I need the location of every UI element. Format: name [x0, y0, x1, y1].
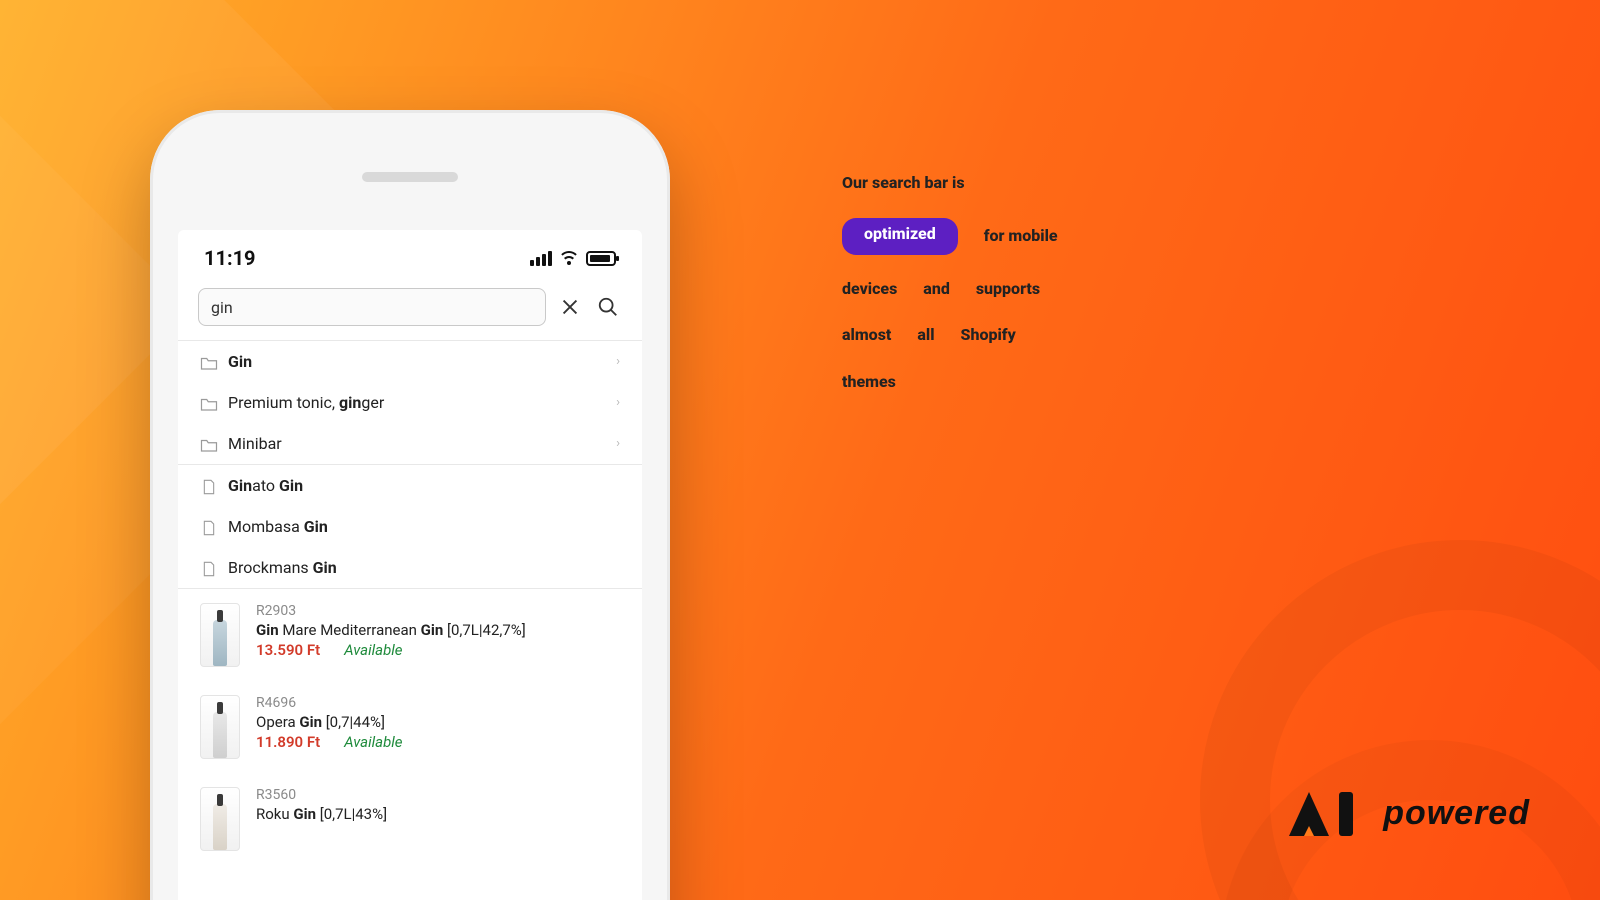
product-item[interactable]: R4696 Opera Gin [0,7|44%] 11.890 Ft Avai…	[178, 681, 642, 773]
hero-copy: Our search bar is optimized for mobile d…	[820, 160, 1440, 406]
hero-text: Shopify	[961, 323, 1016, 348]
hero-text: and	[923, 277, 950, 302]
category-item[interactable]: Gin ›	[178, 341, 642, 382]
signal-icon	[530, 251, 552, 266]
suggestion-pages: Ginato Gin Mombasa Gin Brockmans Gin	[178, 464, 642, 588]
phone-screen: 11:19 gin	[178, 230, 642, 900]
product-sku: R3560	[256, 787, 387, 803]
suggestion-products: R2903 Gin Mare Mediterranean Gin [0,7L|4…	[178, 588, 642, 865]
product-name: Roku Gin [0,7L|43%]	[256, 805, 387, 823]
hero-text: Our search bar is	[842, 171, 965, 196]
category-label: Minibar	[228, 434, 282, 453]
hero-highlight: optimized	[842, 218, 958, 255]
page-item[interactable]: Ginato Gin	[178, 465, 642, 506]
search-row: gin	[178, 278, 642, 340]
product-sku: R4696	[256, 695, 403, 711]
page-icon	[200, 520, 218, 534]
chevron-right-icon: ›	[616, 395, 620, 410]
status-bar: 11:19	[178, 230, 642, 278]
status-indicators	[530, 251, 616, 266]
product-info: R2903 Gin Mare Mediterranean Gin [0,7L|4…	[256, 603, 526, 659]
hero-text: supports	[976, 277, 1040, 302]
suggestion-categories: Gin › Premium tonic, ginger › Minibar ›	[178, 340, 642, 464]
page-item[interactable]: Brockmans Gin	[178, 547, 642, 588]
page-icon	[200, 479, 218, 493]
chevron-right-icon: ›	[616, 354, 620, 369]
folder-icon	[200, 396, 218, 410]
hero-text: themes	[842, 370, 896, 395]
product-availability: Available	[344, 733, 402, 751]
page-item[interactable]: Mombasa Gin	[178, 506, 642, 547]
search-value: gin	[211, 298, 233, 317]
phone-speaker	[362, 172, 458, 182]
hero-text: devices	[842, 277, 897, 302]
promo-slide: Our search bar is optimized for mobile d…	[0, 0, 1600, 900]
product-info: R4696 Opera Gin [0,7|44%] 11.890 Ft Avai…	[256, 695, 403, 751]
phone-mockup: 11:19 gin	[150, 110, 670, 900]
category-item[interactable]: Minibar ›	[178, 423, 642, 464]
product-item[interactable]: R3560 Roku Gin [0,7L|43%]	[178, 773, 642, 865]
battery-icon	[586, 251, 616, 266]
category-item[interactable]: Premium tonic, ginger ›	[178, 382, 642, 423]
hero-text: all	[917, 323, 934, 348]
search-button[interactable]	[594, 293, 622, 321]
product-item[interactable]: R2903 Gin Mare Mediterranean Gin [0,7L|4…	[178, 589, 642, 681]
hero-text: for mobile	[984, 224, 1058, 249]
hero-text: almost	[842, 323, 891, 348]
category-label: Gin	[228, 352, 252, 371]
chevron-right-icon: ›	[616, 436, 620, 451]
product-thumb	[200, 695, 240, 759]
product-thumb	[200, 603, 240, 667]
product-name: Opera Gin [0,7|44%]	[256, 713, 403, 731]
clear-button[interactable]	[556, 293, 584, 321]
product-thumb	[200, 787, 240, 851]
ai-powered-badge: powered	[1283, 786, 1530, 840]
product-info: R3560 Roku Gin [0,7L|43%]	[256, 787, 387, 825]
product-price: 13.590 Ft	[256, 641, 320, 659]
ai-logo-icon	[1283, 786, 1369, 840]
page-label: Ginato Gin	[228, 476, 303, 495]
powered-text: powered	[1383, 794, 1530, 833]
page-label: Mombasa Gin	[228, 517, 328, 536]
wifi-icon	[560, 251, 578, 265]
page-label: Brockmans Gin	[228, 558, 337, 577]
product-price: 11.890 Ft	[256, 733, 320, 751]
status-time: 11:19	[204, 246, 256, 270]
page-icon	[200, 561, 218, 575]
product-name: Gin Mare Mediterranean Gin [0,7L|42,7%]	[256, 621, 526, 639]
product-sku: R2903	[256, 603, 526, 619]
search-input[interactable]: gin	[198, 288, 546, 326]
product-availability: Available	[344, 641, 402, 659]
category-label: Premium tonic, ginger	[228, 393, 384, 412]
folder-icon	[200, 355, 218, 369]
folder-icon	[200, 437, 218, 451]
